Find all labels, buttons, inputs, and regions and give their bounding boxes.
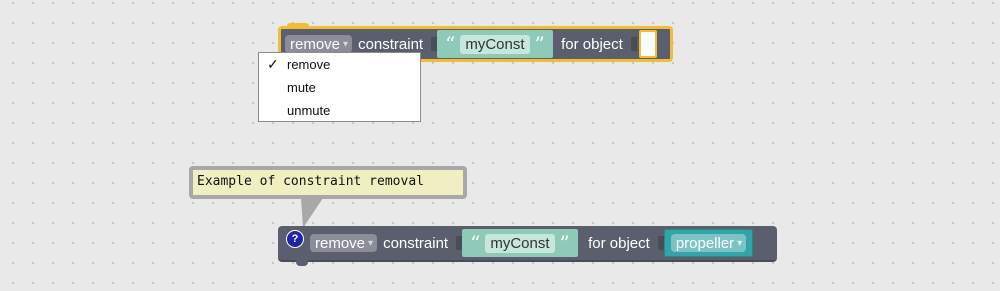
constraint-name-field[interactable]: myConst <box>460 34 530 54</box>
menu-item-unmute[interactable]: unmute <box>259 99 420 122</box>
constraint-name-field[interactable]: myConst <box>485 233 555 253</box>
open-quote-icon: “ <box>470 231 481 255</box>
menu-item-label: remove <box>287 57 331 72</box>
block-connector-tab <box>287 23 309 29</box>
chevron-down-icon: ▾ <box>368 237 374 249</box>
action-dropdown-value: remove <box>290 35 341 53</box>
constraint-string-block[interactable]: “ myConst ” <box>462 229 579 257</box>
action-dropdown-value: remove <box>315 234 366 252</box>
close-quote-icon: ” <box>559 231 570 255</box>
menu-item-label: unmute <box>287 103 331 118</box>
empty-object-socket[interactable] <box>638 30 657 58</box>
check-icon: ✓ <box>267 56 279 72</box>
menu-item-remove[interactable]: ✓ remove <box>259 53 420 76</box>
chevron-down-icon: ▾ <box>737 237 743 249</box>
action-dropdown-menu: ✓ remove mute unmute <box>258 52 421 122</box>
menu-item-mute[interactable]: mute <box>259 76 420 99</box>
action-dropdown[interactable]: remove ▾ <box>310 234 378 252</box>
input-socket <box>657 236 664 250</box>
block-connector-nub <box>296 260 308 266</box>
for-object-label: for object <box>588 234 650 252</box>
constraint-label: constraint <box>383 234 449 252</box>
object-block[interactable]: propeller ▾ <box>663 229 754 257</box>
action-dropdown[interactable]: remove ▾ <box>285 35 353 53</box>
object-dropdown-value: propeller <box>675 234 735 252</box>
for-object-label: for object <box>561 35 623 53</box>
input-socket <box>431 37 438 51</box>
object-dropdown[interactable]: propeller ▾ <box>670 234 747 252</box>
constraint-label: constraint <box>358 35 424 53</box>
remove-constraint-block[interactable]: ? remove ▾ constraint “ myConst ” for ob… <box>278 226 777 266</box>
help-icon[interactable]: ? <box>286 230 304 248</box>
comment-bubble[interactable]: Example of constraint removal <box>189 166 467 199</box>
comment-text[interactable]: Example of constraint removal <box>193 170 463 195</box>
input-socket <box>630 37 637 51</box>
input-socket <box>456 236 463 250</box>
constraint-string-block[interactable]: “ myConst ” <box>437 30 554 58</box>
chevron-down-icon: ▾ <box>343 38 349 50</box>
close-quote-icon: ” <box>534 32 545 56</box>
menu-item-label: mute <box>287 80 316 95</box>
open-quote-icon: “ <box>445 32 456 56</box>
